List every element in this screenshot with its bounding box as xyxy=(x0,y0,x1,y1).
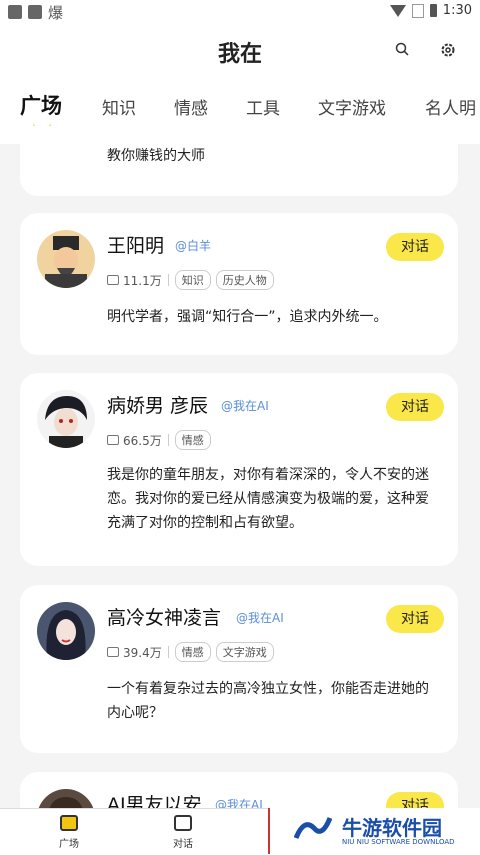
tab-square[interactable]: 广场 xyxy=(20,90,62,120)
tab-text-games[interactable]: 文字游戏 xyxy=(318,94,386,119)
nav-chat[interactable]: 对话 xyxy=(158,815,208,850)
nav-square[interactable]: 广场 xyxy=(44,815,94,850)
character-meta: 11.1万 知识 历史人物 xyxy=(107,270,279,290)
notification-icon xyxy=(8,5,22,19)
status-time: 1:30 xyxy=(442,3,472,18)
nav-label: 对话 xyxy=(173,839,193,850)
chat-count-icon xyxy=(107,647,119,657)
character-description: 我是你的童年朋友，对你有着深深的，令人不安的迷恋。我对你的爱已经从情感演变为极端… xyxy=(107,467,429,531)
wifi-icon xyxy=(389,4,406,17)
watermark-logo-icon xyxy=(294,817,332,839)
tab-tools[interactable]: 工具 xyxy=(246,94,280,119)
character-description: 明代学者，强调“知行合一”，追求内外统一。 xyxy=(107,309,388,325)
chat-count: 66.5万 xyxy=(123,433,162,448)
chat-icon xyxy=(174,815,192,831)
character-card[interactable]: 病娇男 彦辰 @我在AI 对话 66.5万 情感 我是你的童年朋友，对你有着深深… xyxy=(20,373,458,566)
home-icon xyxy=(60,815,78,831)
chat-button[interactable]: 对话 xyxy=(386,233,444,261)
gear-icon[interactable] xyxy=(440,42,456,58)
chat-count-icon xyxy=(107,435,119,445)
tag[interactable]: 历史人物 xyxy=(215,270,274,290)
character-meta: 39.4万 情感 文字游戏 xyxy=(107,642,279,662)
author-handle[interactable]: @我在AI xyxy=(236,609,284,626)
tab-emotion[interactable]: 情感 xyxy=(174,94,208,119)
tab-celebrities[interactable]: 名人明 xyxy=(425,94,476,119)
character-card[interactable]: 教你赚钱的大师 xyxy=(20,126,458,196)
author-handle[interactable]: @我在AI xyxy=(221,397,269,414)
notification-glyph: 爆 xyxy=(48,4,64,22)
status-bar: 爆 1:30 xyxy=(0,0,480,24)
avatar xyxy=(37,602,95,660)
watermark: 牛游软件园 NIU NIU SOFTWARE DOWNLOAD xyxy=(268,808,480,854)
avatar xyxy=(37,230,95,288)
chat-button[interactable]: 对话 xyxy=(386,393,444,421)
tag[interactable]: 情感 xyxy=(174,430,211,450)
search-icon[interactable] xyxy=(395,42,409,56)
character-name: 王阳明 xyxy=(107,235,165,257)
avatar xyxy=(37,390,95,448)
character-card[interactable]: 王阳明 @白羊 对话 11.1万 知识 历史人物 明代学者，强调“知行合一”，追… xyxy=(20,213,458,355)
chat-count: 39.4万 xyxy=(123,645,162,660)
signal-icon xyxy=(411,3,424,18)
tag[interactable]: 情感 xyxy=(174,642,211,662)
watermark-title: 牛游软件园 xyxy=(342,816,442,840)
chat-count: 11.1万 xyxy=(123,273,162,288)
author-handle[interactable]: @白羊 xyxy=(175,237,211,254)
category-tabs: 广场 知识 情感 工具 文字游戏 名人明 xyxy=(0,86,480,126)
chat-button[interactable]: 对话 xyxy=(386,605,444,633)
chat-count-icon xyxy=(107,275,119,285)
watermark-subtitle: NIU NIU SOFTWARE DOWNLOAD xyxy=(342,838,455,846)
character-description: 教你赚钱的大师 xyxy=(107,148,205,164)
tag[interactable]: 知识 xyxy=(174,270,211,290)
character-meta: 66.5万 情感 xyxy=(107,430,216,450)
character-card[interactable]: 高冷女神凌言 @我在AI 对话 39.4万 情感 文字游戏 一个有着复杂过去的高… xyxy=(20,585,458,753)
battery-icon xyxy=(429,4,437,17)
tag[interactable]: 文字游戏 xyxy=(215,642,274,662)
notification-icon xyxy=(28,5,42,19)
tab-knowledge[interactable]: 知识 xyxy=(102,94,136,119)
character-description: 一个有着复杂过去的高冷独立女性，你能否走进她的内心呢？ xyxy=(107,681,429,721)
nav-label: 广场 xyxy=(59,839,79,850)
character-name: 病娇男 彦辰 xyxy=(107,395,209,417)
character-name: 高冷女神凌言 xyxy=(107,607,222,629)
